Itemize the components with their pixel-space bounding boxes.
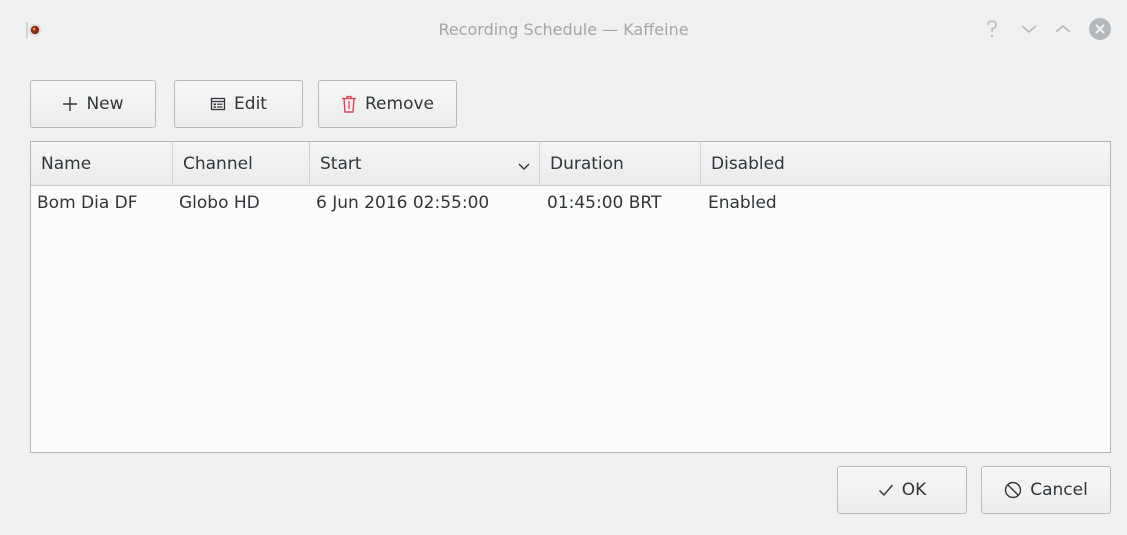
column-header-start[interactable]: Start	[310, 142, 540, 185]
recording-schedule-table[interactable]: Name Channel Start Duration Disabled Bom…	[30, 141, 1111, 453]
cancel-icon	[1004, 481, 1022, 499]
maximize-icon[interactable]	[1051, 17, 1075, 41]
table-header: Name Channel Start Duration Disabled	[31, 142, 1110, 186]
column-header-duration[interactable]: Duration	[540, 142, 701, 185]
window-titlebar[interactable]: Recording Schedule — Kaffeine	[0, 0, 1127, 62]
table-row[interactable]: Bom Dia DF Globo HD 6 Jun 2016 02:55:00 …	[31, 186, 1110, 220]
remove-button-label: Remove	[365, 94, 434, 114]
chevron-down-icon	[517, 157, 531, 177]
new-button[interactable]: New	[30, 80, 156, 128]
edit-icon	[210, 96, 226, 112]
cell-start: 6 Jun 2016 02:55:00	[316, 193, 490, 213]
cell-channel: Globo HD	[179, 193, 260, 213]
check-icon	[878, 483, 894, 497]
edit-button-label: Edit	[234, 94, 267, 114]
cell-disabled: Enabled	[708, 193, 777, 213]
close-icon[interactable]	[1088, 17, 1112, 41]
trash-icon	[341, 95, 357, 113]
column-header-channel[interactable]: Channel	[173, 142, 310, 185]
cancel-button[interactable]: Cancel	[981, 466, 1111, 514]
column-header-disabled[interactable]: Disabled	[701, 142, 1110, 185]
cell-duration: 01:45:00 BRT	[547, 193, 662, 213]
help-icon[interactable]	[980, 17, 1004, 41]
new-button-label: New	[86, 94, 124, 114]
remove-button[interactable]: Remove	[318, 80, 457, 128]
plus-icon	[62, 96, 78, 112]
column-header-name[interactable]: Name	[31, 142, 173, 185]
cancel-button-label: Cancel	[1030, 480, 1088, 500]
minimize-icon[interactable]	[1017, 17, 1041, 41]
ok-button-label: OK	[901, 480, 927, 500]
edit-button[interactable]: Edit	[174, 80, 303, 128]
cell-name: Bom Dia DF	[37, 193, 138, 213]
window-title: Recording Schedule — Kaffeine	[438, 20, 689, 39]
ok-button[interactable]: OK	[837, 466, 967, 514]
